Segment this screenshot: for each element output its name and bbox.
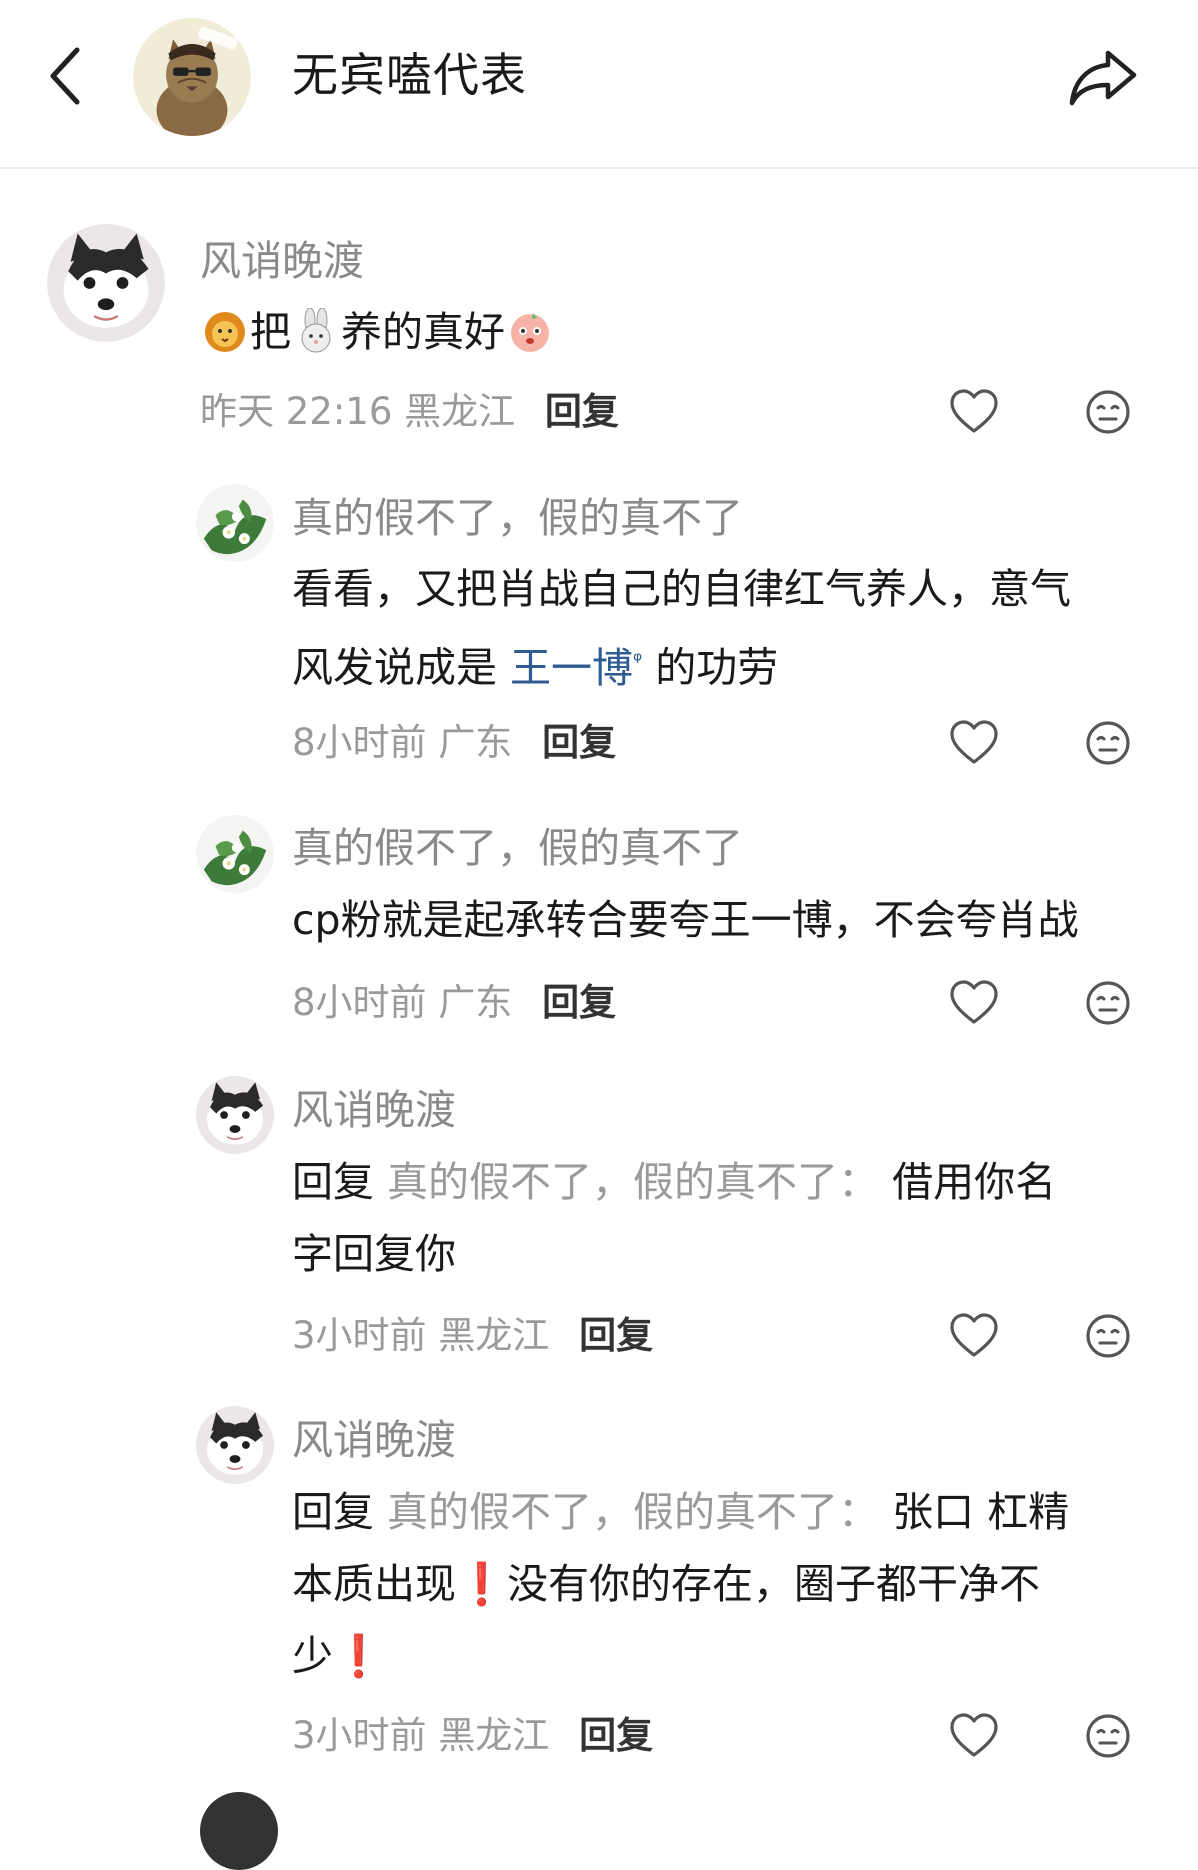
comment-text: 把 养的真好 bbox=[200, 296, 555, 368]
reply-button[interactable]: 回复 bbox=[542, 981, 616, 1024]
heart-icon[interactable] bbox=[948, 1310, 1000, 1362]
topic-link[interactable]: 王一博ᵠ bbox=[510, 644, 642, 692]
reply-button[interactable]: 回复 bbox=[545, 390, 619, 433]
reply-target[interactable]: 真的假不了，假的真不了： bbox=[387, 1488, 879, 1536]
share-icon bbox=[1069, 50, 1137, 106]
heart-icon[interactable] bbox=[948, 717, 1000, 769]
back-arrow-icon bbox=[50, 47, 80, 105]
comment-username[interactable]: 风诮晚渡 bbox=[292, 1082, 456, 1138]
page-title: 无宾嗑代表 bbox=[292, 48, 527, 102]
reply-button[interactable]: 回复 bbox=[579, 1714, 653, 1757]
heart-icon[interactable] bbox=[948, 1710, 1000, 1762]
back-button[interactable] bbox=[40, 42, 90, 110]
comment-time: 8小时前 bbox=[292, 721, 427, 764]
dislike-face-icon[interactable] bbox=[1082, 1710, 1134, 1762]
comment-meta: 3小时前 黑龙江 回复 bbox=[292, 1310, 653, 1362]
share-button[interactable] bbox=[1066, 40, 1140, 114]
comment-location: 黑龙江 bbox=[438, 1714, 550, 1757]
comment-meta: 8小时前 广东 回复 bbox=[292, 977, 616, 1029]
comment-location: 黑龙江 bbox=[404, 390, 516, 433]
lion-emoji bbox=[205, 312, 245, 352]
comment-username[interactable]: 真的假不了，假的真不了 bbox=[292, 820, 743, 876]
comment-username[interactable]: 真的假不了，假的真不了 bbox=[292, 490, 743, 546]
reply-button[interactable]: 回复 bbox=[542, 721, 616, 764]
comment-text: 回复 真的假不了，假的真不了： 张口 杠精 本质出现❗没有你的存在，圈子都干净不… bbox=[292, 1488, 1070, 1680]
comment-meta: 昨天 22:16 黑龙江 回复 bbox=[200, 386, 619, 438]
comment-time: 昨天 22:16 bbox=[200, 390, 393, 433]
heart-icon[interactable] bbox=[948, 386, 1000, 438]
comment-time: 8小时前 bbox=[292, 981, 427, 1024]
avatar[interactable] bbox=[196, 1406, 274, 1484]
top-bar: 无宾嗑代表 bbox=[0, 0, 1198, 169]
dislike-face-icon[interactable] bbox=[1082, 1310, 1134, 1362]
exclamation-emoji: ❗ bbox=[456, 1560, 508, 1608]
comment-time: 3小时前 bbox=[292, 1714, 427, 1757]
comment-meta: 3小时前 黑龙江 回复 bbox=[292, 1710, 653, 1762]
dislike-face-icon[interactable] bbox=[1082, 717, 1134, 769]
comment-text: 看看，又把肖战自己的自律红气养人，意气 风发说成是 王一博ᵠ 的功劳 bbox=[292, 565, 1071, 692]
avatar[interactable] bbox=[196, 815, 274, 893]
avatar[interactable] bbox=[196, 1076, 274, 1154]
comment-location: 黑龙江 bbox=[438, 1314, 550, 1357]
comment-text: 回复 真的假不了，假的真不了： 借用你名 字回复你 bbox=[292, 1158, 1057, 1278]
account-avatar[interactable] bbox=[133, 18, 251, 136]
avatar[interactable] bbox=[200, 1792, 278, 1870]
comment-username[interactable]: 风诮晚渡 bbox=[292, 1412, 456, 1468]
comment-username[interactable]: 风诮晚渡 bbox=[200, 233, 364, 289]
blushing-face-emoji bbox=[511, 313, 549, 352]
heart-icon[interactable] bbox=[948, 977, 1000, 1029]
dislike-face-icon[interactable] bbox=[1082, 386, 1134, 438]
dislike-face-icon[interactable] bbox=[1082, 977, 1134, 1029]
reply-button[interactable]: 回复 bbox=[579, 1314, 653, 1357]
comment-location: 广东 bbox=[438, 981, 513, 1024]
avatar[interactable] bbox=[196, 484, 274, 562]
comment-text: cp粉就是起承转合要夸王一博，不会夸肖战 bbox=[292, 896, 1079, 944]
comment-meta: 8小时前 广东 回复 bbox=[292, 717, 616, 769]
comment-time: 3小时前 bbox=[292, 1314, 427, 1357]
reply-target[interactable]: 真的假不了，假的真不了： bbox=[387, 1158, 879, 1206]
avatar[interactable] bbox=[47, 224, 165, 342]
rabbit-emoji bbox=[301, 308, 331, 353]
exclamation-emoji: ❗ bbox=[333, 1632, 385, 1680]
comment-location: 广东 bbox=[438, 721, 513, 764]
